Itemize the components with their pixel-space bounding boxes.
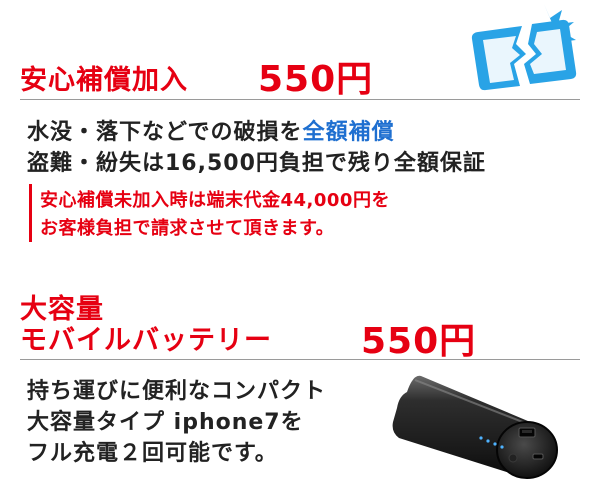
insurance-price: 550円 — [258, 59, 374, 100]
insurance-line-1: 水没・落下などでの破損を全額補償 — [27, 114, 395, 146]
power-bank-image — [392, 375, 558, 479]
battery-desc-line-2: 大容量タイプ iphone7を — [27, 410, 304, 435]
insurance-title: 安心補償加入 — [20, 65, 188, 96]
insurance-line-2: 盗難・紛失は16,500円負担で残り全額保証 — [27, 151, 486, 176]
insurance-note-line-1: 安心補償未加入時は端末代金44,000円を — [40, 190, 390, 211]
full-coverage-highlight: 全額補償 — [302, 120, 395, 145]
battery-desc-line-1: 持ち運びに便利なコンパクト — [27, 379, 327, 404]
note-accent-bar — [29, 184, 32, 242]
insurance-line-1-text: 水没・落下などでの破損を — [27, 120, 303, 145]
battery-title-line-2: モバイルバッテリー — [20, 325, 272, 356]
battery-desc-line-3: フル充電２回可能です。 — [27, 441, 278, 466]
battery-price: 550円 — [361, 321, 477, 362]
insurance-divider — [20, 99, 580, 100]
battery-divider — [20, 359, 580, 360]
insurance-note-line-2: お客様負担で請求させて頂きます。 — [40, 218, 335, 239]
broken-phone-icon — [471, 4, 577, 91]
